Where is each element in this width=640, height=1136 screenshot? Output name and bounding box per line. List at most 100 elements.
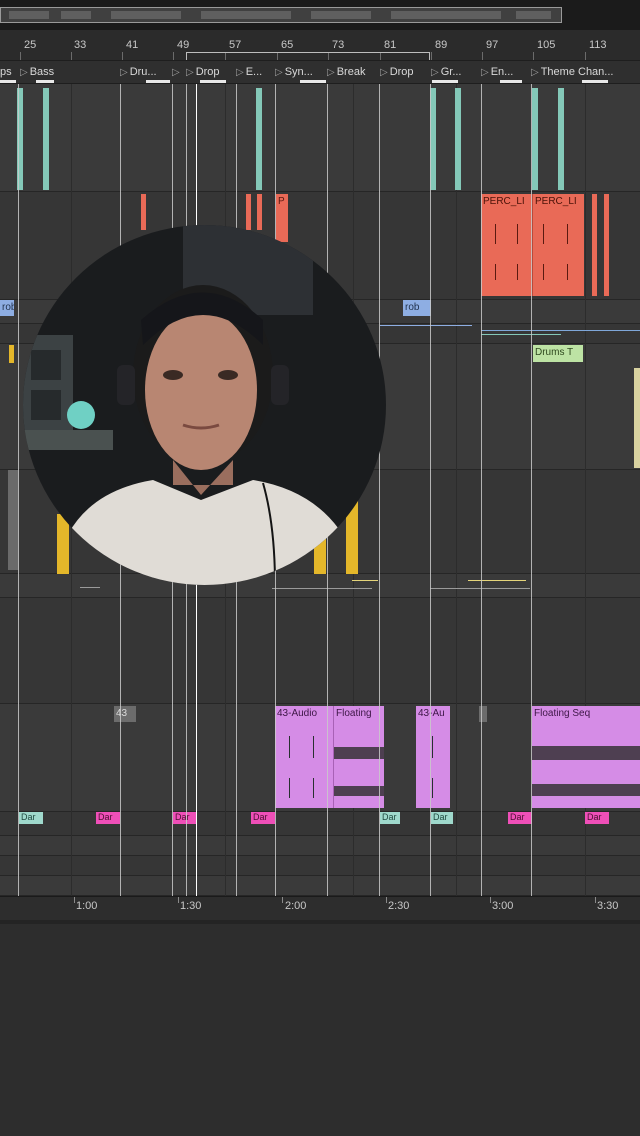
waveform-body [334, 747, 384, 759]
midi-clip[interactable] [532, 88, 538, 190]
track-lane[interactable] [0, 876, 640, 896]
locator-label: ps [0, 66, 12, 78]
clip-label[interactable]: Dar [380, 812, 400, 824]
locator-marker[interactable]: ▷ Drop [380, 66, 414, 78]
waveform-transient [289, 778, 290, 798]
locator-line [531, 84, 532, 896]
loop-brace[interactable] [186, 52, 430, 60]
track-lane[interactable] [0, 574, 640, 598]
clip-label[interactable]: Dar [585, 812, 609, 824]
midi-clip[interactable] [558, 88, 564, 190]
perc-clip[interactable]: P [276, 194, 288, 242]
webcam-portrait [23, 225, 386, 585]
overview-block [391, 11, 501, 19]
overview-block [9, 11, 49, 19]
midi-clip[interactable] [256, 88, 262, 190]
time-label: 2:30 [388, 900, 410, 912]
bar-number: 49 [177, 39, 190, 51]
waveform-body [532, 784, 640, 796]
bar-number: 33 [74, 39, 87, 51]
arrangement-view: 25 33 41 49 57 65 73 81 89 97 105 113 ps… [0, 0, 640, 1136]
perc-clip[interactable]: PERC_LI [533, 194, 584, 296]
grid-line [456, 84, 457, 896]
time-label: 3:30 [597, 900, 619, 912]
overview-block [311, 11, 371, 19]
clip-name: PERC_LI [535, 196, 577, 207]
clip-label[interactable]: Dar [431, 812, 453, 824]
bar-tick [173, 52, 174, 60]
locator-marker[interactable]: ▷ Break [327, 66, 365, 78]
audio-clip[interactable]: 43-Audio [275, 706, 333, 808]
audio-clip[interactable]: Floating [333, 706, 384, 808]
waveform-transient [543, 224, 544, 244]
play-triangle-icon: ▷ [327, 67, 335, 78]
locator-marker[interactable]: ▷ Theme Chan... [531, 66, 613, 78]
automation-line [272, 588, 372, 589]
track-lane[interactable] [0, 598, 640, 704]
audio-clip[interactable] [257, 194, 262, 230]
time-ruler[interactable]: 1:00 1:30 2:00 2:30 3:00 3:30 [0, 896, 640, 921]
play-triangle-icon: ▷ [380, 67, 388, 78]
clip-name: Dar [21, 812, 36, 822]
midi-clip[interactable] [9, 345, 14, 363]
clip-label[interactable]: Dar [173, 812, 197, 824]
locator-marker[interactable]: ▷ [172, 66, 182, 78]
waveform-transient [517, 264, 518, 280]
bar-number: 73 [332, 39, 345, 51]
clip-label[interactable]: rob [0, 300, 14, 316]
locator-line [18, 84, 19, 896]
bar-number: 97 [486, 39, 499, 51]
webcam-overlay [23, 225, 386, 585]
clip-label[interactable]: Dar [251, 812, 275, 824]
audio-clip[interactable] [604, 194, 609, 296]
waveform-transient [543, 264, 544, 280]
locator-marker[interactable]: ▷ Gr... [431, 66, 461, 78]
midi-clip[interactable] [43, 88, 49, 190]
time-label: 1:00 [76, 900, 98, 912]
audio-clip[interactable]: 43-Au [416, 706, 450, 808]
overview-scroller[interactable] [0, 7, 562, 23]
clip-label[interactable]: Drums T [533, 345, 583, 362]
locator-marker[interactable]: ▷ E... [236, 66, 262, 78]
waveform-transient [495, 264, 496, 280]
locator-label: Syn... [284, 66, 313, 78]
clip-name: rob [2, 302, 14, 313]
overview-bar [0, 0, 640, 30]
time-tick [178, 897, 179, 903]
locator-marker[interactable]: ps [0, 66, 12, 78]
clip-name: Dar [175, 812, 190, 822]
clip-label[interactable]: Dar [508, 812, 532, 824]
audio-clip[interactable] [246, 194, 251, 230]
bar-tick [71, 52, 72, 60]
time-label: 1:30 [180, 900, 202, 912]
track-lane[interactable] [0, 836, 640, 856]
bar-number: 41 [126, 39, 139, 51]
automation-line [468, 580, 526, 581]
locator-label: Gr... [440, 66, 462, 78]
perc-clip[interactable]: PERC_LI [481, 194, 533, 296]
clip-label[interactable]: rob [403, 300, 431, 316]
clip-label[interactable]: Dar [19, 812, 43, 824]
time-tick [282, 897, 283, 903]
audio-clip[interactable] [141, 194, 146, 230]
play-triangle-icon: ▷ [481, 67, 489, 78]
selection-indicator [146, 80, 170, 83]
muted-clip[interactable]: 43 [114, 706, 136, 722]
locator-marker[interactable]: ▷ En... [481, 66, 513, 78]
audio-clip[interactable] [592, 194, 597, 296]
track-lane[interactable] [0, 856, 640, 876]
locator-marker[interactable]: ▷ Syn... [275, 66, 313, 78]
midi-clip[interactable] [634, 368, 640, 468]
locator-marker[interactable]: ▷ Bass [20, 66, 54, 78]
clip-label[interactable]: Dar [96, 812, 120, 824]
midi-clip[interactable] [455, 88, 461, 190]
locator-label: Theme Chan... [540, 66, 614, 78]
clip-name: Dar [433, 812, 448, 822]
bar-number: 81 [384, 39, 397, 51]
audio-clip[interactable]: Floating Seq [532, 706, 640, 808]
locator-marker[interactable]: ▷ Dru... [120, 66, 157, 78]
track-lane[interactable] [0, 84, 640, 192]
locator-marker[interactable]: ▷ Drop [186, 66, 220, 78]
muted-clip[interactable] [8, 470, 18, 570]
detail-panel [0, 924, 640, 1136]
